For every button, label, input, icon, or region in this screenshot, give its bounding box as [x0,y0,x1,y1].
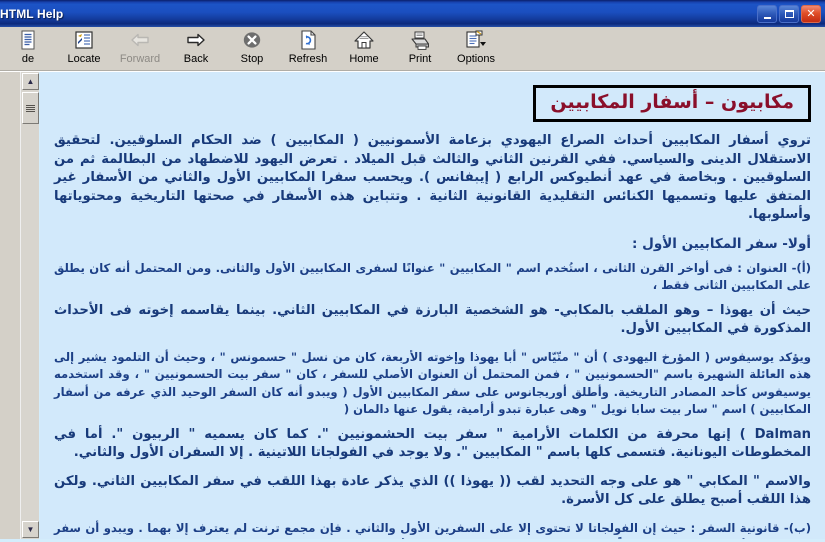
paragraph-intro: تروي أسفار المكابيين أحداث الصراع اليهود… [54,133,811,222]
paragraph-canonicity: (ب)- قانونية السفر : حيث إن الفولجاتا لا… [54,520,811,540]
toolbar-button-print[interactable]: Print [392,27,448,69]
close-button[interactable]: ✕ [801,4,821,23]
scroll-up-button[interactable]: ▲ [22,73,39,90]
toolbar-button-forward[interactable]: Forward [112,27,168,69]
title-bar[interactable]: HTML Help ✕ [0,0,825,27]
content-area: ▲ ▼ مكابيون – أسفار المكابيين تروي أسفار… [0,71,825,542]
pane-splitter[interactable] [0,72,21,539]
locate-icon [73,28,95,52]
toolbar-label-stop: Stop [240,53,264,65]
home-icon [353,28,375,52]
paragraph-judas: حيث أن يهوذا – وهو الملقب بالمكابي- هو ا… [54,302,811,337]
arrow-left-icon [129,28,151,52]
toolbar-label-options: Options [457,53,495,65]
refresh-icon [297,28,319,52]
toolbar-label-locate: Locate [67,53,101,65]
document-pane[interactable]: مكابيون – أسفار المكابيين تروي أسفار الم… [40,72,825,539]
scrollbar-thumb[interactable] [22,92,39,124]
grip-icon [26,104,35,112]
toolbar-button-hide[interactable]: de [0,27,56,69]
chevron-up-icon: ▲ [26,77,35,86]
toolbar-label-home: Home [349,53,379,65]
scroll-down-button[interactable]: ▼ [22,521,39,538]
toolbar-label-forward: Forward [119,53,161,65]
minimize-button[interactable] [757,4,777,23]
toolbar: de Locate Forward Back Stop Refresh Home… [0,27,825,71]
window-title: HTML Help [0,6,64,21]
paragraph-dalman: Dalman ) إنها محرفة من الكلمات الأرامية … [54,426,811,461]
chevron-down-icon: ▼ [26,525,35,534]
maximize-button[interactable] [779,4,799,23]
toolbar-button-home[interactable]: Home [336,27,392,69]
toolbar-label-refresh: Refresh [288,53,328,65]
paragraph-josephus: ويؤكد يوسيفوس ( المؤرخ اليهودى ) أن " مت… [54,349,811,417]
toolbar-button-options[interactable]: Options [448,27,504,69]
paragraph-maccabee-name: والاسم " المكابي " هو على وجه التحديد لق… [54,473,811,508]
toolbar-button-locate[interactable]: Locate [56,27,112,69]
toolbar-label-back: Back [183,53,209,65]
heading-row: مكابيون – أسفار المكابيين [54,78,811,132]
vertical-scrollbar[interactable]: ▲ ▼ [20,72,39,539]
canonicity-text: (ب)- قانونية السفر : حيث إن الفولجاتا لا… [54,520,811,540]
toolbar-button-stop[interactable]: Stop [224,27,280,69]
toolbar-label-print: Print [408,53,432,65]
options-icon [463,28,489,52]
window-controls: ✕ [757,4,821,23]
section-heading-first: أولا- سفر المكابيين الأول : [632,235,811,252]
hide-pane-icon [17,28,39,52]
toolbar-button-back[interactable]: Back [168,27,224,69]
html-help-window: HTML Help ✕ de Locate Forward Back Stop … [0,0,825,542]
toolbar-label-hide: de [21,53,35,65]
stop-icon [241,28,263,52]
paragraph-title-a: (أ)- العنوان : فى أواخر القرن الثانى ، ا… [54,260,811,293]
arrow-right-icon [185,28,207,52]
toolbar-button-refresh[interactable]: Refresh [280,27,336,69]
printer-icon [409,28,431,52]
document-heading-box: مكابيون – أسفار المكابيين [533,85,811,122]
close-icon: ✕ [806,6,816,20]
page-title: مكابيون – أسفار المكابيين [550,91,794,113]
